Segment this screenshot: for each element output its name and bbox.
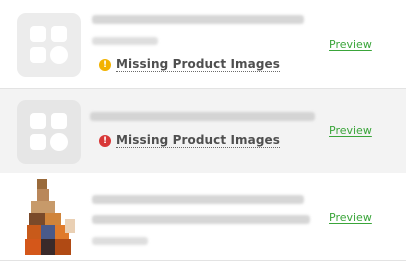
product-row[interactable]: Preview — [0, 173, 406, 261]
product-name — [90, 112, 315, 121]
product-image — [25, 179, 81, 257]
product-variant — [92, 237, 148, 245]
preview-link[interactable]: Preview — [329, 211, 372, 224]
product-row[interactable]: ! Missing Product Images Preview — [0, 0, 406, 89]
product-name-continued — [92, 215, 310, 224]
preview-link[interactable]: Preview — [329, 124, 372, 137]
product-name — [92, 15, 304, 24]
image-placeholder-icon — [17, 13, 81, 77]
product-name — [92, 195, 304, 204]
missing-images-warning[interactable]: ! Missing Product Images — [99, 133, 281, 148]
warning-label: Missing Product Images — [116, 133, 281, 148]
product-row[interactable]: ! Missing Product Images Preview — [0, 88, 406, 174]
warning-icon: ! — [99, 58, 111, 71]
missing-images-warning[interactable]: ! Missing Product Images — [99, 57, 281, 72]
product-variant — [92, 37, 158, 45]
product-list: ! Missing Product Images Preview ! Missi… — [0, 0, 412, 262]
image-placeholder-icon — [17, 100, 81, 164]
preview-link[interactable]: Preview — [329, 38, 372, 51]
list-edge — [406, 0, 412, 262]
error-icon: ! — [99, 134, 111, 147]
warning-label: Missing Product Images — [116, 57, 281, 72]
